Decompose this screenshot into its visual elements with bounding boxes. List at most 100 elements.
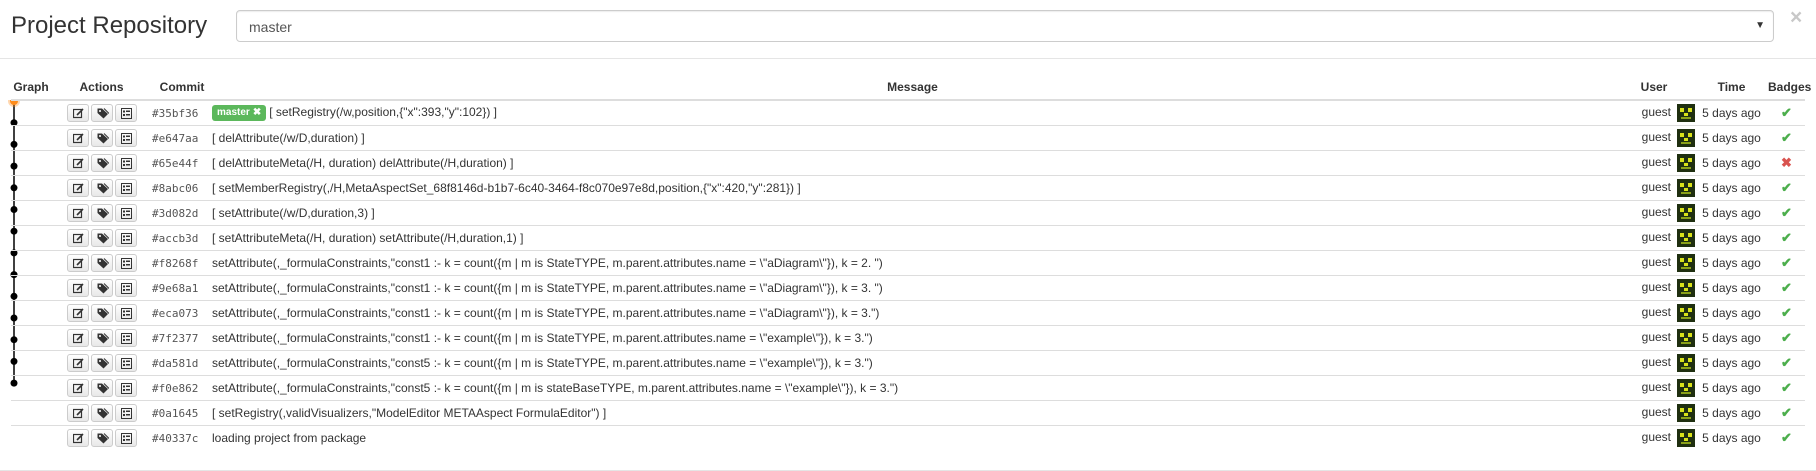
edit-button[interactable]: [66, 354, 89, 372]
details-button[interactable]: [114, 379, 137, 397]
badge-cell: ✔: [1768, 175, 1805, 201]
tag-button[interactable]: [90, 254, 113, 272]
user-name: guest: [1641, 130, 1671, 145]
branch-select[interactable]: master ▼: [236, 10, 1774, 42]
actions-cell: [51, 125, 152, 151]
avatar: [1677, 254, 1695, 272]
user-cell: guest: [1613, 400, 1695, 426]
edit-button[interactable]: [66, 254, 89, 272]
graph-cell: [11, 150, 51, 176]
edit-button[interactable]: [66, 379, 89, 397]
check-icon: ✔: [1781, 305, 1792, 320]
badge-cell: ✔: [1768, 200, 1805, 226]
commit-hash[interactable]: #0a1645: [152, 400, 212, 426]
user-name: guest: [1641, 380, 1671, 395]
edit-button[interactable]: [66, 229, 89, 247]
commit-hash[interactable]: #f8268f: [152, 250, 212, 276]
commit-message: [ delAttribute(/w/D,duration) ]: [212, 131, 365, 145]
tag-button[interactable]: [90, 129, 113, 147]
tag-button[interactable]: [90, 304, 113, 322]
details-button[interactable]: [114, 104, 137, 122]
avatar: [1677, 279, 1695, 297]
actions-cell: [51, 300, 152, 326]
details-button[interactable]: [114, 129, 137, 147]
edit-button[interactable]: [66, 104, 89, 122]
tag-button[interactable]: [90, 204, 113, 222]
details-button[interactable]: [114, 329, 137, 347]
tag-button[interactable]: [90, 379, 113, 397]
branch-select-value: master: [249, 19, 292, 35]
badge-cell: ✔: [1768, 125, 1805, 151]
commit-row: #0a1645[ setRegistry(,validVisualizers,"…: [11, 400, 1805, 426]
commit-message-cell: loading project from package: [212, 425, 1613, 450]
details-button[interactable]: [114, 354, 137, 372]
edit-button[interactable]: [66, 204, 89, 222]
edit-button[interactable]: [66, 154, 89, 172]
tag-button[interactable]: [90, 404, 113, 422]
commit-hash[interactable]: #f0e862: [152, 375, 212, 401]
tag-button[interactable]: [90, 279, 113, 297]
commit-time: 5 days ago: [1695, 375, 1768, 401]
details-button[interactable]: [114, 279, 137, 297]
edit-button[interactable]: [66, 179, 89, 197]
edit-button[interactable]: [66, 129, 89, 147]
details-button[interactable]: [114, 229, 137, 247]
tag-button[interactable]: [90, 329, 113, 347]
avatar: [1677, 154, 1695, 172]
edit-button[interactable]: [66, 329, 89, 347]
commit-message: setAttribute(,_formulaConstraints,"const…: [212, 331, 873, 345]
commit-hash[interactable]: #accb3d: [152, 225, 212, 251]
commit-message: [ setAttribute(/w/D,duration,3) ]: [212, 206, 375, 220]
commit-hash[interactable]: #3d082d: [152, 200, 212, 226]
commit-time: 5 days ago: [1695, 200, 1768, 226]
tag-button[interactable]: [90, 179, 113, 197]
commit-hash[interactable]: #e647aa: [152, 125, 212, 151]
commit-row: #35bf36 master ✖[ setRegistry(/w,position,…: [11, 100, 1805, 126]
tag-button[interactable]: [90, 429, 113, 447]
commit-row: #accb3d[ setAttributeMeta(/H, duration) …: [11, 225, 1805, 251]
commit-hash[interactable]: #40337c: [152, 425, 212, 450]
commit-time: 5 days ago: [1695, 125, 1768, 151]
tag-button[interactable]: [90, 104, 113, 122]
tag-button[interactable]: [90, 229, 113, 247]
details-button[interactable]: [114, 204, 137, 222]
commit-hash[interactable]: #65e44f: [152, 150, 212, 176]
column-header-actions: Actions: [51, 74, 152, 101]
commit-hash[interactable]: #da581d: [152, 350, 212, 376]
tag-button[interactable]: [90, 154, 113, 172]
check-icon: ✔: [1781, 130, 1792, 145]
details-button[interactable]: [114, 404, 137, 422]
edit-button[interactable]: [66, 304, 89, 322]
edit-button[interactable]: [66, 279, 89, 297]
commit-hash[interactable]: #9e68a1: [152, 275, 212, 301]
avatar: [1677, 354, 1695, 372]
tag-button[interactable]: [90, 354, 113, 372]
edit-button[interactable]: [66, 404, 89, 422]
details-button[interactable]: [114, 154, 137, 172]
commit-hash[interactable]: #8abc06: [152, 175, 212, 201]
badge-cell: ✔: [1768, 100, 1805, 126]
commit-message-cell: setAttribute(,_formulaConstraints,"const…: [212, 300, 1613, 326]
commit-message: [ setRegistry(/w,position,{"x":393,"y":1…: [269, 105, 498, 120]
user-name: guest: [1641, 330, 1671, 345]
details-button[interactable]: [114, 254, 137, 272]
details-button[interactable]: [114, 304, 137, 322]
commit-hash[interactable]: #35bf36: [152, 100, 212, 126]
close-icon[interactable]: ×: [1790, 6, 1802, 30]
commit-message-cell: setAttribute(,_formulaConstraints,"const…: [212, 375, 1613, 401]
commit-row: #eca073 setAttribute(,_formulaConstraints…: [11, 300, 1805, 326]
avatar: [1677, 104, 1695, 122]
user-cell: guest: [1613, 250, 1695, 276]
details-button[interactable]: [114, 429, 137, 447]
commit-message: loading project from package: [212, 431, 367, 445]
branch-label-master[interactable]: master ✖: [212, 105, 267, 121]
commit-hash[interactable]: #eca073: [152, 300, 212, 326]
actions-cell: [51, 225, 152, 251]
actions-cell: [51, 425, 152, 450]
commit-time: 5 days ago: [1695, 250, 1768, 276]
details-button[interactable]: [114, 179, 137, 197]
edit-button[interactable]: [66, 429, 89, 447]
check-icon: ✔: [1781, 205, 1792, 220]
remove-branch-icon[interactable]: ✖: [253, 107, 261, 118]
commit-hash[interactable]: #7f2377: [152, 325, 212, 351]
